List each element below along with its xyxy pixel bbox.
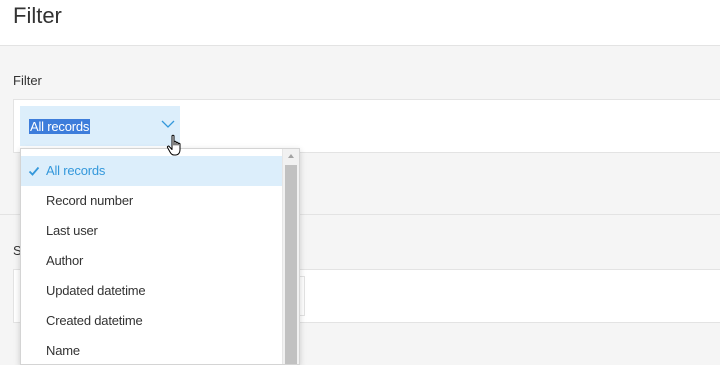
dropdown-option[interactable]: Record number: [21, 186, 284, 216]
filter-field-dropdown: All records Record number Last user Auth…: [20, 148, 300, 365]
dropdown-option[interactable]: Last user: [21, 216, 284, 246]
dropdown-option[interactable]: Name: [21, 336, 284, 364]
dropdown-option-label: Last user: [46, 223, 98, 238]
dropdown-option-label: All records: [46, 163, 106, 178]
chevron-down-icon: [161, 120, 175, 128]
page-title: Filter: [13, 3, 62, 28]
dropdown-option[interactable]: Created datetime: [21, 306, 284, 336]
scroll-up-arrow-icon[interactable]: [283, 149, 299, 164]
dropdown-option[interactable]: All records: [21, 156, 284, 186]
dropdown-scrollbar[interactable]: [282, 149, 299, 364]
dropdown-option-label: Created datetime: [46, 313, 143, 328]
dropdown-option-label: Updated datetime: [46, 283, 146, 298]
select-value: All records: [29, 119, 91, 134]
dropdown-option-label: Author: [46, 253, 84, 268]
check-icon: [28, 166, 40, 176]
dropdown-option-label: Record number: [46, 193, 133, 208]
dropdown-option[interactable]: Author: [21, 246, 284, 276]
dropdown-option-label: Name: [46, 343, 80, 358]
filter-field-select[interactable]: All records: [20, 106, 180, 146]
filter-section-label: Filter: [13, 73, 42, 88]
dropdown-option[interactable]: Updated datetime: [21, 276, 284, 306]
page-header: Filter: [0, 0, 720, 46]
scrollbar-thumb[interactable]: [285, 165, 297, 364]
